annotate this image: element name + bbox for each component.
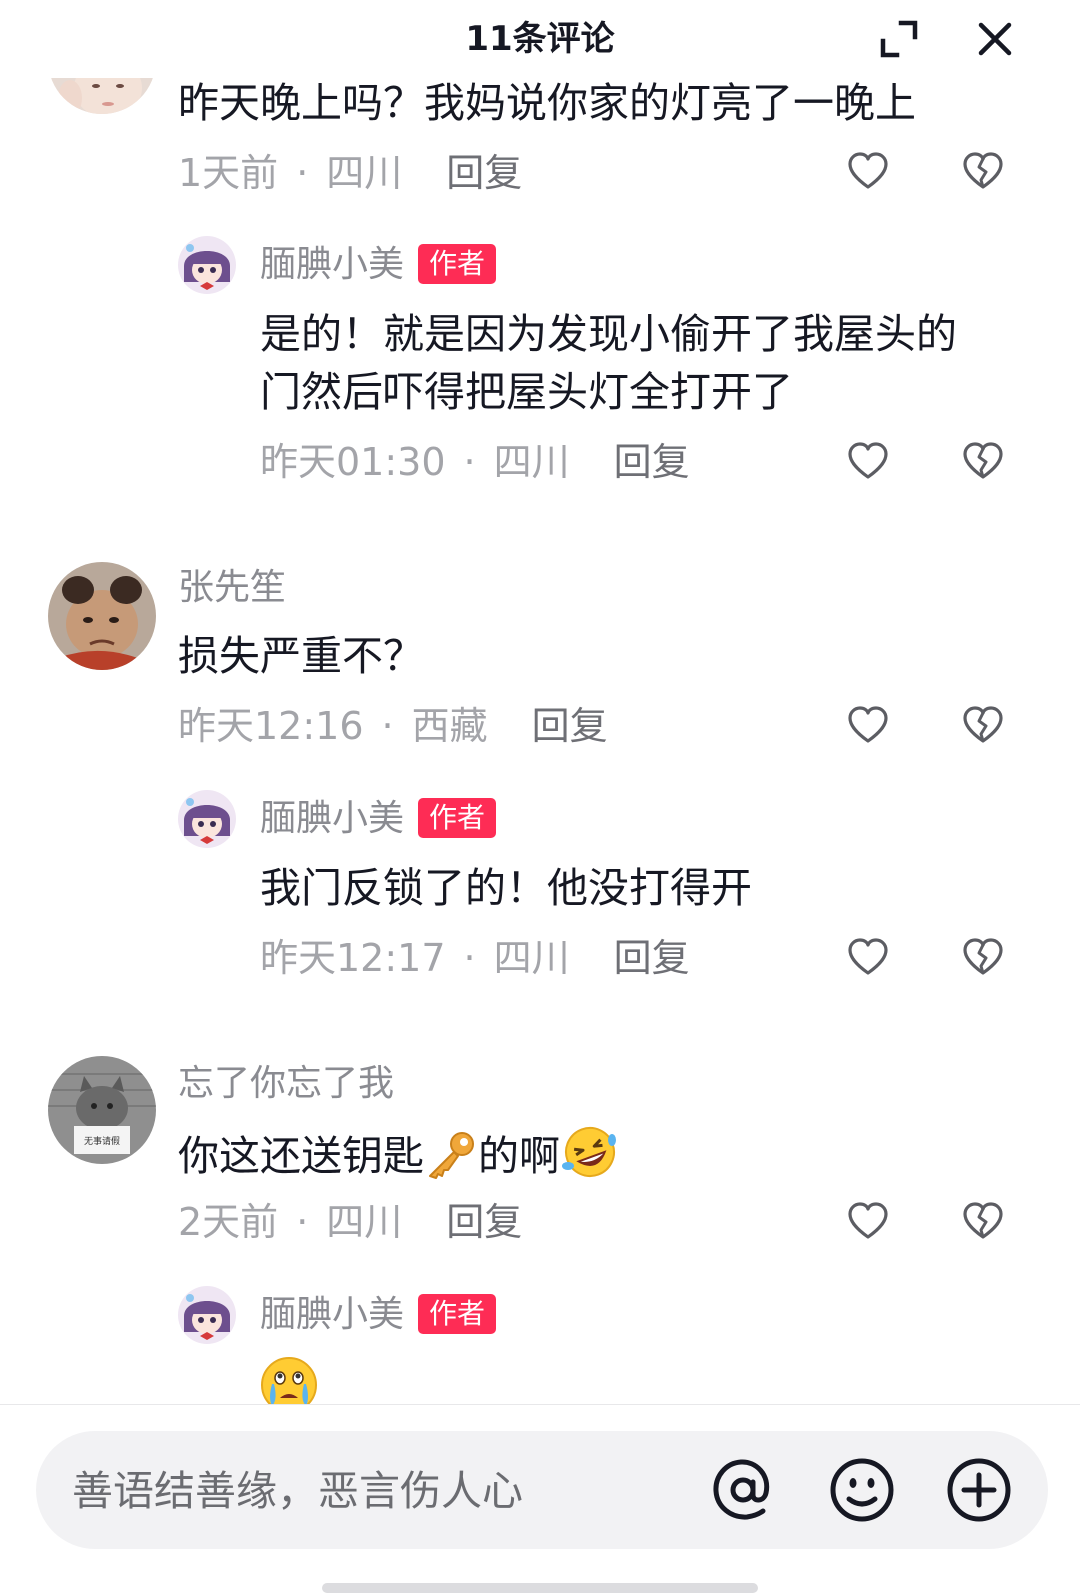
expand-button[interactable]: [872, 12, 926, 66]
close-button[interactable]: [968, 12, 1022, 66]
broken-heart-icon: [963, 1202, 1003, 1239]
comment-username[interactable]: 忘了你忘了我: [178, 1062, 394, 1106]
key-emoji: [424, 1130, 478, 1195]
comment-input-bar: 善语结善缘，恶言伤人心: [0, 1404, 1080, 1595]
comment-text-before: 你这还送钥匙: [178, 1132, 424, 1180]
comment-location: 四川: [326, 1200, 403, 1244]
add-button[interactable]: [942, 1453, 1016, 1527]
comment-meta: 2天前 · 四川 回复: [178, 1198, 522, 1246]
close-icon: [978, 22, 1012, 56]
emoji-button[interactable]: [825, 1453, 899, 1527]
dislike-button[interactable]: [955, 1193, 1011, 1249]
reply-username[interactable]: 腼腆小美 作者: [260, 1293, 497, 1337]
rolling-laughing-emoji: [560, 1124, 620, 1195]
comment-time: 2天前: [178, 1200, 279, 1244]
reply-avatar[interactable]: [178, 1286, 236, 1344]
expand-icon: [880, 20, 918, 58]
mention-button[interactable]: [706, 1453, 780, 1527]
plus-circle-icon: [947, 1458, 1011, 1522]
author-badge: 作者: [418, 1294, 497, 1334]
comment-text: 你这还送钥匙 的啊: [178, 1124, 620, 1195]
comments-header: 11条评论: [0, 0, 1080, 78]
comment-text-after: 的啊: [478, 1132, 560, 1180]
username-text: 腼腆小美: [260, 1294, 405, 1335]
avatar-sign-text: 无事请假: [84, 1135, 120, 1147]
input-placeholder: 善语结善缘，恶言伤人心: [72, 1467, 523, 1515]
smiley-icon: [830, 1458, 894, 1522]
comment-input[interactable]: 善语结善缘，恶言伤人心: [36, 1431, 1048, 1549]
comment-item: 无事请假 忘了你忘了我 你这还送钥匙 的啊 2天前 · 四川 回复 腼腆小美 作…: [0, 0, 1080, 1413]
separator-dot: ·: [296, 1200, 309, 1244]
heart-outline-icon: [848, 1202, 888, 1239]
avatar[interactable]: 无事请假: [48, 1056, 156, 1164]
at-sign-icon: [713, 1459, 770, 1520]
home-indicator: [322, 1583, 758, 1593]
reply-button[interactable]: 回复: [446, 1198, 522, 1246]
like-button[interactable]: [840, 1193, 896, 1249]
